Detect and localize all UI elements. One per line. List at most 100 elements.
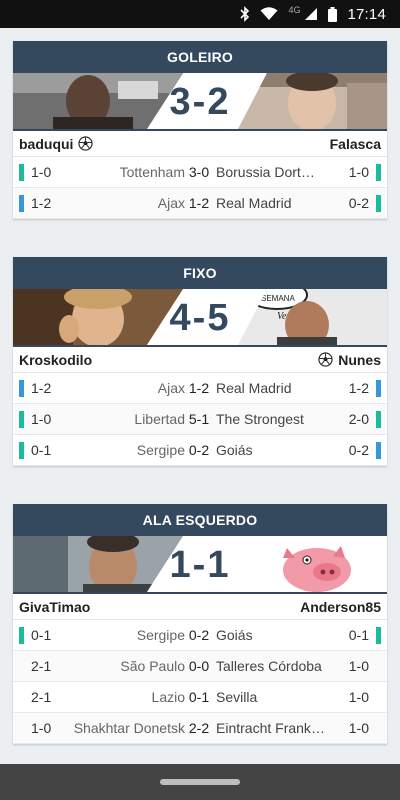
home-team: Sergipe <box>136 442 185 458</box>
match-list: 1-0 Tottenham 3-0 Borussia Dortmund 1-0 … <box>13 157 387 219</box>
clock: 17:14 <box>347 5 386 23</box>
left-result-indicator <box>19 164 24 181</box>
score-banner: SEMANA Vera 4-5 <box>13 289 387 347</box>
soccer-ball-icon <box>78 136 94 151</box>
left-prediction: 1-2 <box>31 195 52 211</box>
left-player[interactable]: Kroskodilo <box>19 352 92 368</box>
home-team: São Paulo <box>120 658 185 674</box>
card-title: GOLEIRO <box>13 41 387 73</box>
right-player-name: Falasca <box>329 135 381 152</box>
match-row[interactable]: 1-2 Ajax 1-2 Real Madrid 1-2 <box>13 373 387 404</box>
match-result: 3-0 <box>188 164 210 180</box>
right-result-indicator <box>376 195 381 212</box>
left-prediction: 2-1 <box>31 658 52 674</box>
right-prediction: 0-1 <box>348 627 369 643</box>
wifi-icon <box>260 7 278 21</box>
right-prediction: 1-0 <box>348 720 369 736</box>
home-team: Shakhtar Donetsk <box>73 720 185 736</box>
left-prediction: 0-1 <box>31 442 52 458</box>
right-player-name: Nunes <box>338 351 381 368</box>
score-banner: 3-2 <box>13 73 387 131</box>
card-title: ALA ESQUERDO <box>13 504 387 536</box>
match-result: 5-1 <box>188 411 210 427</box>
home-gesture-handle[interactable] <box>160 779 240 785</box>
left-result-indicator <box>19 627 24 644</box>
right-prediction: 1-2 <box>348 380 369 396</box>
home-team: Ajax <box>157 195 185 211</box>
match-row[interactable]: 1-0 Tottenham 3-0 Borussia Dortmund 1-0 <box>13 157 387 188</box>
away-team: Borussia Dortmund <box>216 164 326 180</box>
right-player-name: Anderson85 <box>300 598 381 615</box>
left-player-name: GivaTimao <box>19 598 91 615</box>
home-team: Sergipe <box>136 627 185 643</box>
player-names: Kroskodilo Nunes <box>13 347 387 373</box>
left-player-name: baduqui <box>19 135 74 152</box>
position-card-fixo[interactable]: FIXO SEMANA Vera 4-5 Kroskodilo Nunes 1-2… <box>13 257 387 466</box>
team-score: 4-5 <box>169 296 231 339</box>
left-prediction: 2-1 <box>31 689 52 705</box>
away-team: Eintracht Frankfurt <box>216 720 326 736</box>
match-result: 2-2 <box>188 720 210 736</box>
match-row[interactable]: 1-0 Libertad 5-1 The Strongest 2-0 <box>13 404 387 435</box>
home-team: Tottenham <box>119 164 185 180</box>
match-row[interactable]: 1-0 Shakhtar Donetsk 2-2 Eintracht Frank… <box>13 713 387 744</box>
home-team: Lazio <box>151 689 185 705</box>
right-prediction: 1-0 <box>348 689 369 705</box>
player-names: GivaTimao Anderson85 <box>13 594 387 620</box>
score-banner: 1-1 <box>13 536 387 594</box>
home-team: Libertad <box>134 411 185 427</box>
match-result: 0-2 <box>188 442 210 458</box>
position-card-ala-esquerdo[interactable]: ALA ESQUERDO 1-1 GivaTimao Anderson85 0-… <box>13 504 387 744</box>
match-row[interactable]: 1-2 Ajax 1-2 Real Madrid 0-2 <box>13 188 387 219</box>
match-row[interactable]: 0-1 Sergipe 0-2 Goiás 0-2 <box>13 435 387 466</box>
left-player[interactable]: GivaTimao <box>19 599 90 615</box>
left-result-indicator <box>19 195 24 212</box>
signal-icon <box>304 7 318 21</box>
match-row[interactable]: 0-1 Sergipe 0-2 Goiás 0-1 <box>13 620 387 651</box>
right-player[interactable]: Nunes <box>318 352 381 368</box>
left-prediction: 1-0 <box>31 164 52 180</box>
right-prediction: 2-0 <box>348 411 369 427</box>
match-result: 0-0 <box>188 658 210 674</box>
left-prediction: 1-0 <box>31 411 52 427</box>
right-prediction: 1-0 <box>348 658 369 674</box>
away-team: Sevilla <box>216 689 258 705</box>
status-icons: 4G 17:14 <box>240 5 386 23</box>
team-score: 3-2 <box>169 80 231 123</box>
away-team: Goiás <box>216 442 253 458</box>
position-card-goleiro[interactable]: GOLEIRO 3-2 baduqui Falasca 1-0 Tottenha… <box>13 41 387 219</box>
away-team: The Strongest <box>216 411 304 427</box>
right-prediction: 1-0 <box>348 164 369 180</box>
left-prediction: 0-1 <box>31 627 52 643</box>
team-score: 1-1 <box>169 543 231 586</box>
right-result-indicator <box>376 411 381 428</box>
home-team: Ajax <box>157 380 185 396</box>
left-result-indicator <box>19 411 24 428</box>
card-title: FIXO <box>13 257 387 289</box>
right-prediction: 0-2 <box>348 195 369 211</box>
navigation-bar <box>0 764 400 800</box>
left-result-indicator <box>19 380 24 397</box>
match-list: 0-1 Sergipe 0-2 Goiás 0-1 2-1 São Paulo … <box>13 620 387 744</box>
match-row[interactable]: 2-1 Lazio 0-1 Sevilla 1-0 <box>13 682 387 713</box>
match-result: 1-2 <box>188 380 210 396</box>
match-result: 1-2 <box>188 195 210 211</box>
away-team: Talleres Córdoba <box>216 658 322 674</box>
match-result: 0-2 <box>188 627 210 643</box>
match-result: 0-1 <box>188 689 210 705</box>
network-type-label: 4G <box>288 5 301 15</box>
left-player-name: Kroskodilo <box>19 351 93 368</box>
right-player[interactable]: Falasca <box>330 136 381 152</box>
bluetooth-icon <box>240 6 250 22</box>
away-team: Real Madrid <box>216 195 292 211</box>
match-row[interactable]: 2-1 São Paulo 0-0 Talleres Córdoba 1-0 <box>13 651 387 682</box>
away-team: Goiás <box>216 627 253 643</box>
left-player[interactable]: baduqui <box>19 135 94 152</box>
right-player[interactable]: Anderson85 <box>300 599 381 615</box>
player-names: baduqui Falasca <box>13 131 387 157</box>
battery-icon <box>328 6 338 22</box>
right-result-indicator <box>376 164 381 181</box>
right-result-indicator <box>376 442 381 459</box>
left-prediction: 1-0 <box>31 720 52 736</box>
right-result-indicator <box>376 627 381 644</box>
